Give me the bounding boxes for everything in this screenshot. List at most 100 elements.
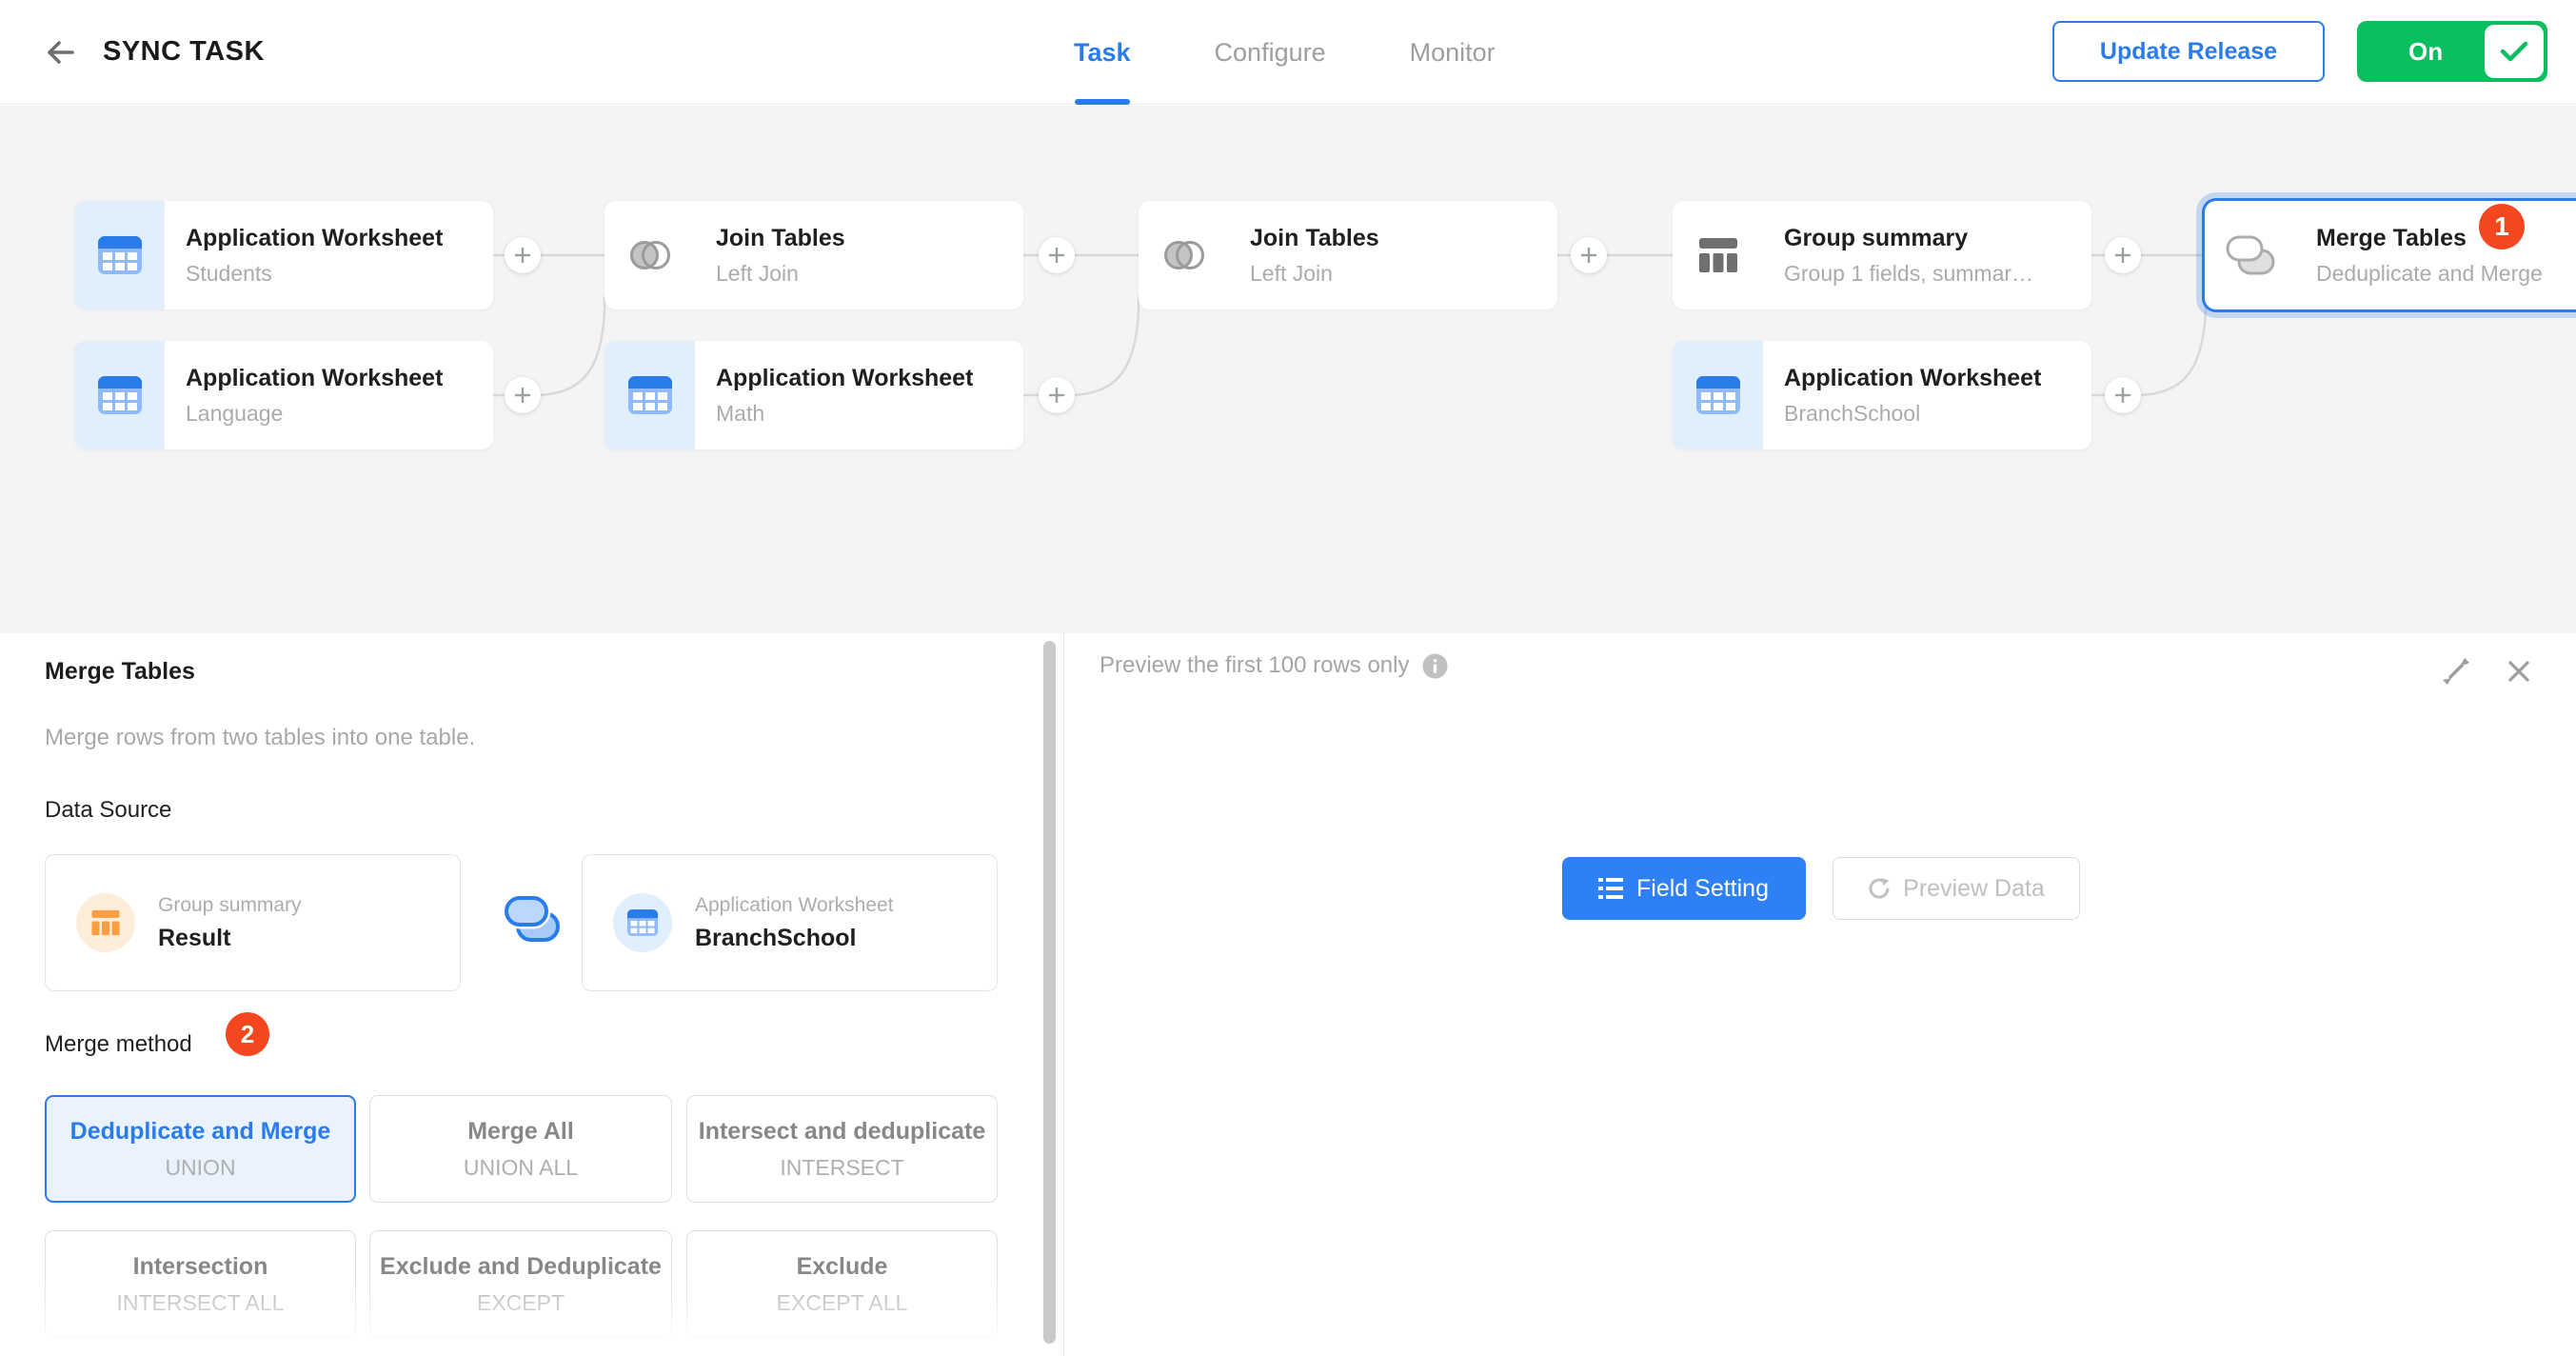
method-subtitle: INTERSECT xyxy=(780,1155,903,1181)
method-merge-all[interactable]: Merge All UNION ALL xyxy=(369,1095,672,1203)
table-icon xyxy=(1696,376,1740,414)
data-source-label: Data Source xyxy=(45,797,171,824)
preview-data-label: Preview Data xyxy=(1903,875,2045,903)
flow-node-branchschool[interactable]: Application Worksheet BranchSchool xyxy=(1673,341,2091,449)
method-exclude-and-deduplicate[interactable]: Exclude and Deduplicate EXCEPT xyxy=(369,1230,672,1338)
flow-node-join-2[interactable]: Join Tables Left Join xyxy=(1139,201,1557,309)
table-icon xyxy=(98,376,142,414)
back-button[interactable] xyxy=(42,36,80,69)
source-icon-circle xyxy=(613,893,672,952)
flow-node-join-1[interactable]: Join Tables Left Join xyxy=(604,201,1023,309)
method-subtitle: UNION xyxy=(165,1155,235,1181)
flow-node-students[interactable]: Application Worksheet Students xyxy=(74,201,493,309)
group-icon xyxy=(1697,236,1739,274)
merge-method-badge: 2 xyxy=(226,1012,269,1056)
method-subtitle: INTERSECT ALL xyxy=(117,1290,285,1316)
method-title: Intersection xyxy=(133,1253,268,1281)
tab-task[interactable]: Task xyxy=(1074,0,1131,105)
node-icon-area xyxy=(604,201,695,309)
update-release-button[interactable]: Update Release xyxy=(2052,21,2325,82)
merge-config-panel: Merge Tables Merge rows from two tables … xyxy=(0,633,1064,1356)
method-subtitle: EXCEPT ALL xyxy=(777,1290,908,1316)
node-title: Application Worksheet xyxy=(186,225,443,252)
node-subtitle: Deduplicate and Merge xyxy=(2316,261,2543,287)
detail-area: Merge Tables Merge rows from two tables … xyxy=(0,633,2576,1356)
node-title: Join Tables xyxy=(1250,225,1379,252)
table-icon xyxy=(98,236,142,274)
info-icon[interactable] xyxy=(1422,653,1448,679)
panel-description: Merge rows from two tables into one tabl… xyxy=(45,725,475,751)
add-step-button[interactable] xyxy=(505,237,541,273)
add-step-button[interactable] xyxy=(1039,237,1075,273)
back-arrow-icon xyxy=(42,36,80,69)
flow-node-math[interactable]: Application Worksheet Math xyxy=(604,341,1023,449)
source-name: BranchSchool xyxy=(695,925,894,952)
method-deduplicate-and-merge[interactable]: Deduplicate and Merge UNION xyxy=(45,1095,356,1203)
node-icon-area xyxy=(1673,341,1763,449)
task-on-toggle[interactable]: On xyxy=(2357,21,2547,82)
merge-operation-icon xyxy=(503,888,562,951)
add-step-button[interactable] xyxy=(2105,237,2141,273)
preview-panel: Preview the first 100 rows only xyxy=(1065,633,2576,1356)
field-setting-button[interactable]: Field Setting xyxy=(1562,857,1806,920)
join-icon xyxy=(1160,236,1208,274)
flow-node-group-summary[interactable]: Group summary Group 1 fields, summar… xyxy=(1673,201,2091,309)
node-subtitle: Left Join xyxy=(1250,261,1379,287)
header: SYNC TASK Task Configure Monitor Update … xyxy=(0,0,2576,105)
panel-scrollbar[interactable] xyxy=(1043,641,1056,1344)
method-subtitle: EXCEPT xyxy=(477,1290,565,1316)
error-count-badge: 1 xyxy=(2479,204,2525,249)
preview-data-button[interactable]: Preview Data xyxy=(1833,857,2080,920)
field-list-icon xyxy=(1598,877,1623,900)
node-title: Application Worksheet xyxy=(186,365,443,392)
method-title: Deduplicate and Merge xyxy=(70,1118,331,1146)
flow-canvas: Application Worksheet Students Applicati… xyxy=(0,106,2576,633)
source-icon-circle xyxy=(76,893,135,952)
close-icon[interactable] xyxy=(2504,656,2534,687)
expand-icon[interactable] xyxy=(2441,656,2471,687)
node-subtitle: Math xyxy=(716,401,973,427)
source-type: Application Worksheet xyxy=(695,894,894,917)
node-icon-area xyxy=(2205,201,2295,309)
preview-note-text: Preview the first 100 rows only xyxy=(1100,652,1409,679)
node-title: Application Worksheet xyxy=(716,365,973,392)
node-subtitle: Left Join xyxy=(716,261,845,287)
merge-method-label: Merge method xyxy=(45,1031,192,1058)
method-title: Merge All xyxy=(467,1118,574,1146)
table-icon xyxy=(628,376,672,414)
group-icon xyxy=(90,908,121,937)
tab-configure[interactable]: Configure xyxy=(1215,0,1326,105)
field-setting-label: Field Setting xyxy=(1636,875,1769,903)
sync-task-app: SYNC TASK Task Configure Monitor Update … xyxy=(0,0,2576,1356)
add-step-button[interactable] xyxy=(2105,377,2141,413)
method-title: Exclude xyxy=(797,1253,888,1281)
node-subtitle: BranchSchool xyxy=(1784,401,2041,427)
method-subtitle: UNION ALL xyxy=(464,1155,578,1181)
add-step-button[interactable] xyxy=(1571,237,1607,273)
source-card-result[interactable]: Group summary Result xyxy=(45,854,461,991)
source-type: Group summary xyxy=(158,894,302,917)
method-exclude[interactable]: Exclude EXCEPT ALL xyxy=(686,1230,998,1338)
join-icon xyxy=(626,236,674,274)
flow-node-language[interactable]: Application Worksheet Language xyxy=(74,341,493,449)
page-title: SYNC TASK xyxy=(103,36,265,68)
tab-bar: Task Configure Monitor xyxy=(1074,0,1496,105)
source-card-branchschool[interactable]: Application Worksheet BranchSchool xyxy=(582,854,998,991)
node-icon-area xyxy=(1139,201,1229,309)
node-icon-area xyxy=(74,201,165,309)
merge-icon xyxy=(2226,233,2275,277)
node-subtitle: Language xyxy=(186,401,443,427)
node-title: Group summary xyxy=(1784,225,2033,252)
refresh-icon xyxy=(1867,876,1892,901)
tab-monitor[interactable]: Monitor xyxy=(1410,0,1496,105)
toggle-knob xyxy=(2485,25,2544,78)
node-icon-area xyxy=(604,341,695,449)
toggle-state-label: On xyxy=(2408,21,2443,82)
method-intersection[interactable]: Intersection INTERSECT ALL xyxy=(45,1230,356,1338)
method-title: Intersect and deduplicate xyxy=(699,1118,985,1146)
add-step-button[interactable] xyxy=(505,377,541,413)
add-step-button[interactable] xyxy=(1039,377,1075,413)
method-intersect-and-deduplicate[interactable]: Intersect and deduplicate INTERSECT xyxy=(686,1095,998,1203)
node-icon-area xyxy=(1673,201,1763,309)
node-subtitle: Students xyxy=(186,261,443,287)
